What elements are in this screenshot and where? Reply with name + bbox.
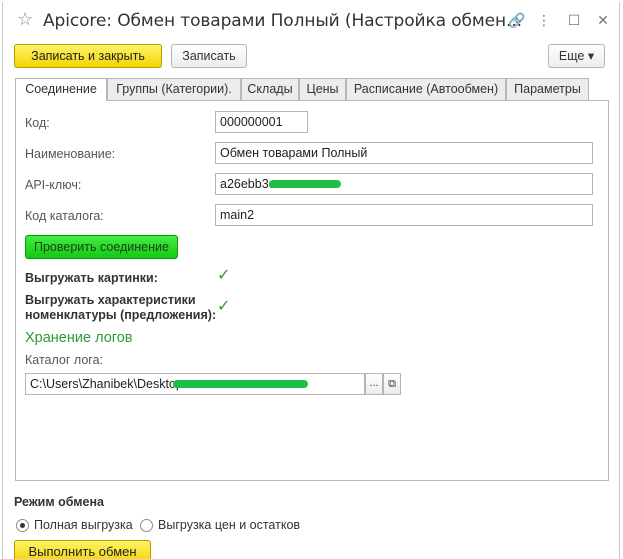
code-label: Код:	[25, 116, 50, 130]
name-field[interactable]: Обмен товарами Полный	[215, 142, 593, 164]
upload-characteristics-label-line1: Выгружать характеристики	[25, 293, 196, 307]
prices-upload-radio[interactable]	[140, 519, 153, 532]
close-icon[interactable]: ✕	[595, 12, 611, 28]
tab-schedule[interactable]: Расписание (Автообмен)	[346, 78, 506, 100]
tab-bar: Соединение Группы (Категории). Склады Це…	[15, 78, 609, 101]
catalog-code-label: Код каталога:	[25, 209, 104, 223]
name-label: Наименование:	[25, 147, 116, 161]
favorite-star-icon[interactable]: ☆	[17, 10, 33, 28]
save-button[interactable]: Записать	[171, 44, 247, 68]
check-connection-button[interactable]: Проверить соединение	[25, 235, 178, 259]
tab-connection[interactable]: Соединение	[15, 78, 107, 101]
more-menu-icon[interactable]: ⋮	[536, 12, 552, 28]
upload-images-label: Выгружать картинки:	[25, 271, 158, 285]
redaction-mark	[173, 380, 308, 388]
settings-window: ☆ Apicore: Обмен товарами Полный (Настро…	[2, 2, 620, 559]
upload-characteristics-checkbox[interactable]: ✓	[217, 299, 233, 315]
log-directory-value: C:\Users\Zhanibek\Desktop	[30, 377, 183, 391]
log-directory-label: Каталог лога:	[25, 353, 104, 367]
browse-button[interactable]: ...	[365, 373, 383, 395]
save-and-close-button[interactable]: Записать и закрыть	[14, 44, 162, 68]
run-exchange-button[interactable]: Выполнить обмен	[14, 540, 151, 559]
upload-images-checkbox[interactable]: ✓	[217, 268, 233, 284]
api-key-label: API-ключ:	[25, 178, 82, 192]
full-upload-radio[interactable]	[16, 519, 29, 532]
tab-groups[interactable]: Группы (Категории).	[107, 78, 241, 100]
log-storage-section-title: Хранение логов	[25, 330, 133, 346]
catalog-code-field[interactable]: main2	[215, 204, 593, 226]
exchange-mode-label: Режим обмена	[14, 495, 104, 509]
link-icon[interactable]: 🔗	[508, 12, 525, 28]
redaction-mark	[269, 180, 341, 188]
tab-parameters[interactable]: Параметры	[506, 78, 589, 100]
prices-upload-label: Выгрузка цен и остатков	[158, 518, 301, 532]
upload-characteristics-label-line2: номенклатуры (предложения):	[25, 308, 217, 322]
full-upload-label: Полная выгрузка	[34, 518, 133, 532]
open-folder-icon[interactable]: ⧉	[383, 373, 401, 395]
window-title: Apicore: Обмен товарами Полный (Настройк…	[43, 11, 522, 31]
api-key-value: a26ebb3c	[220, 177, 275, 191]
tab-warehouses[interactable]: Склады	[241, 78, 299, 100]
code-field[interactable]: 000000001	[215, 111, 308, 133]
tab-prices[interactable]: Цены	[299, 78, 346, 100]
maximize-icon[interactable]: ☐	[566, 12, 582, 28]
title-bar: ☆ Apicore: Обмен товарами Полный (Настро…	[3, 2, 619, 38]
more-button[interactable]: Еще ▾	[548, 44, 605, 68]
